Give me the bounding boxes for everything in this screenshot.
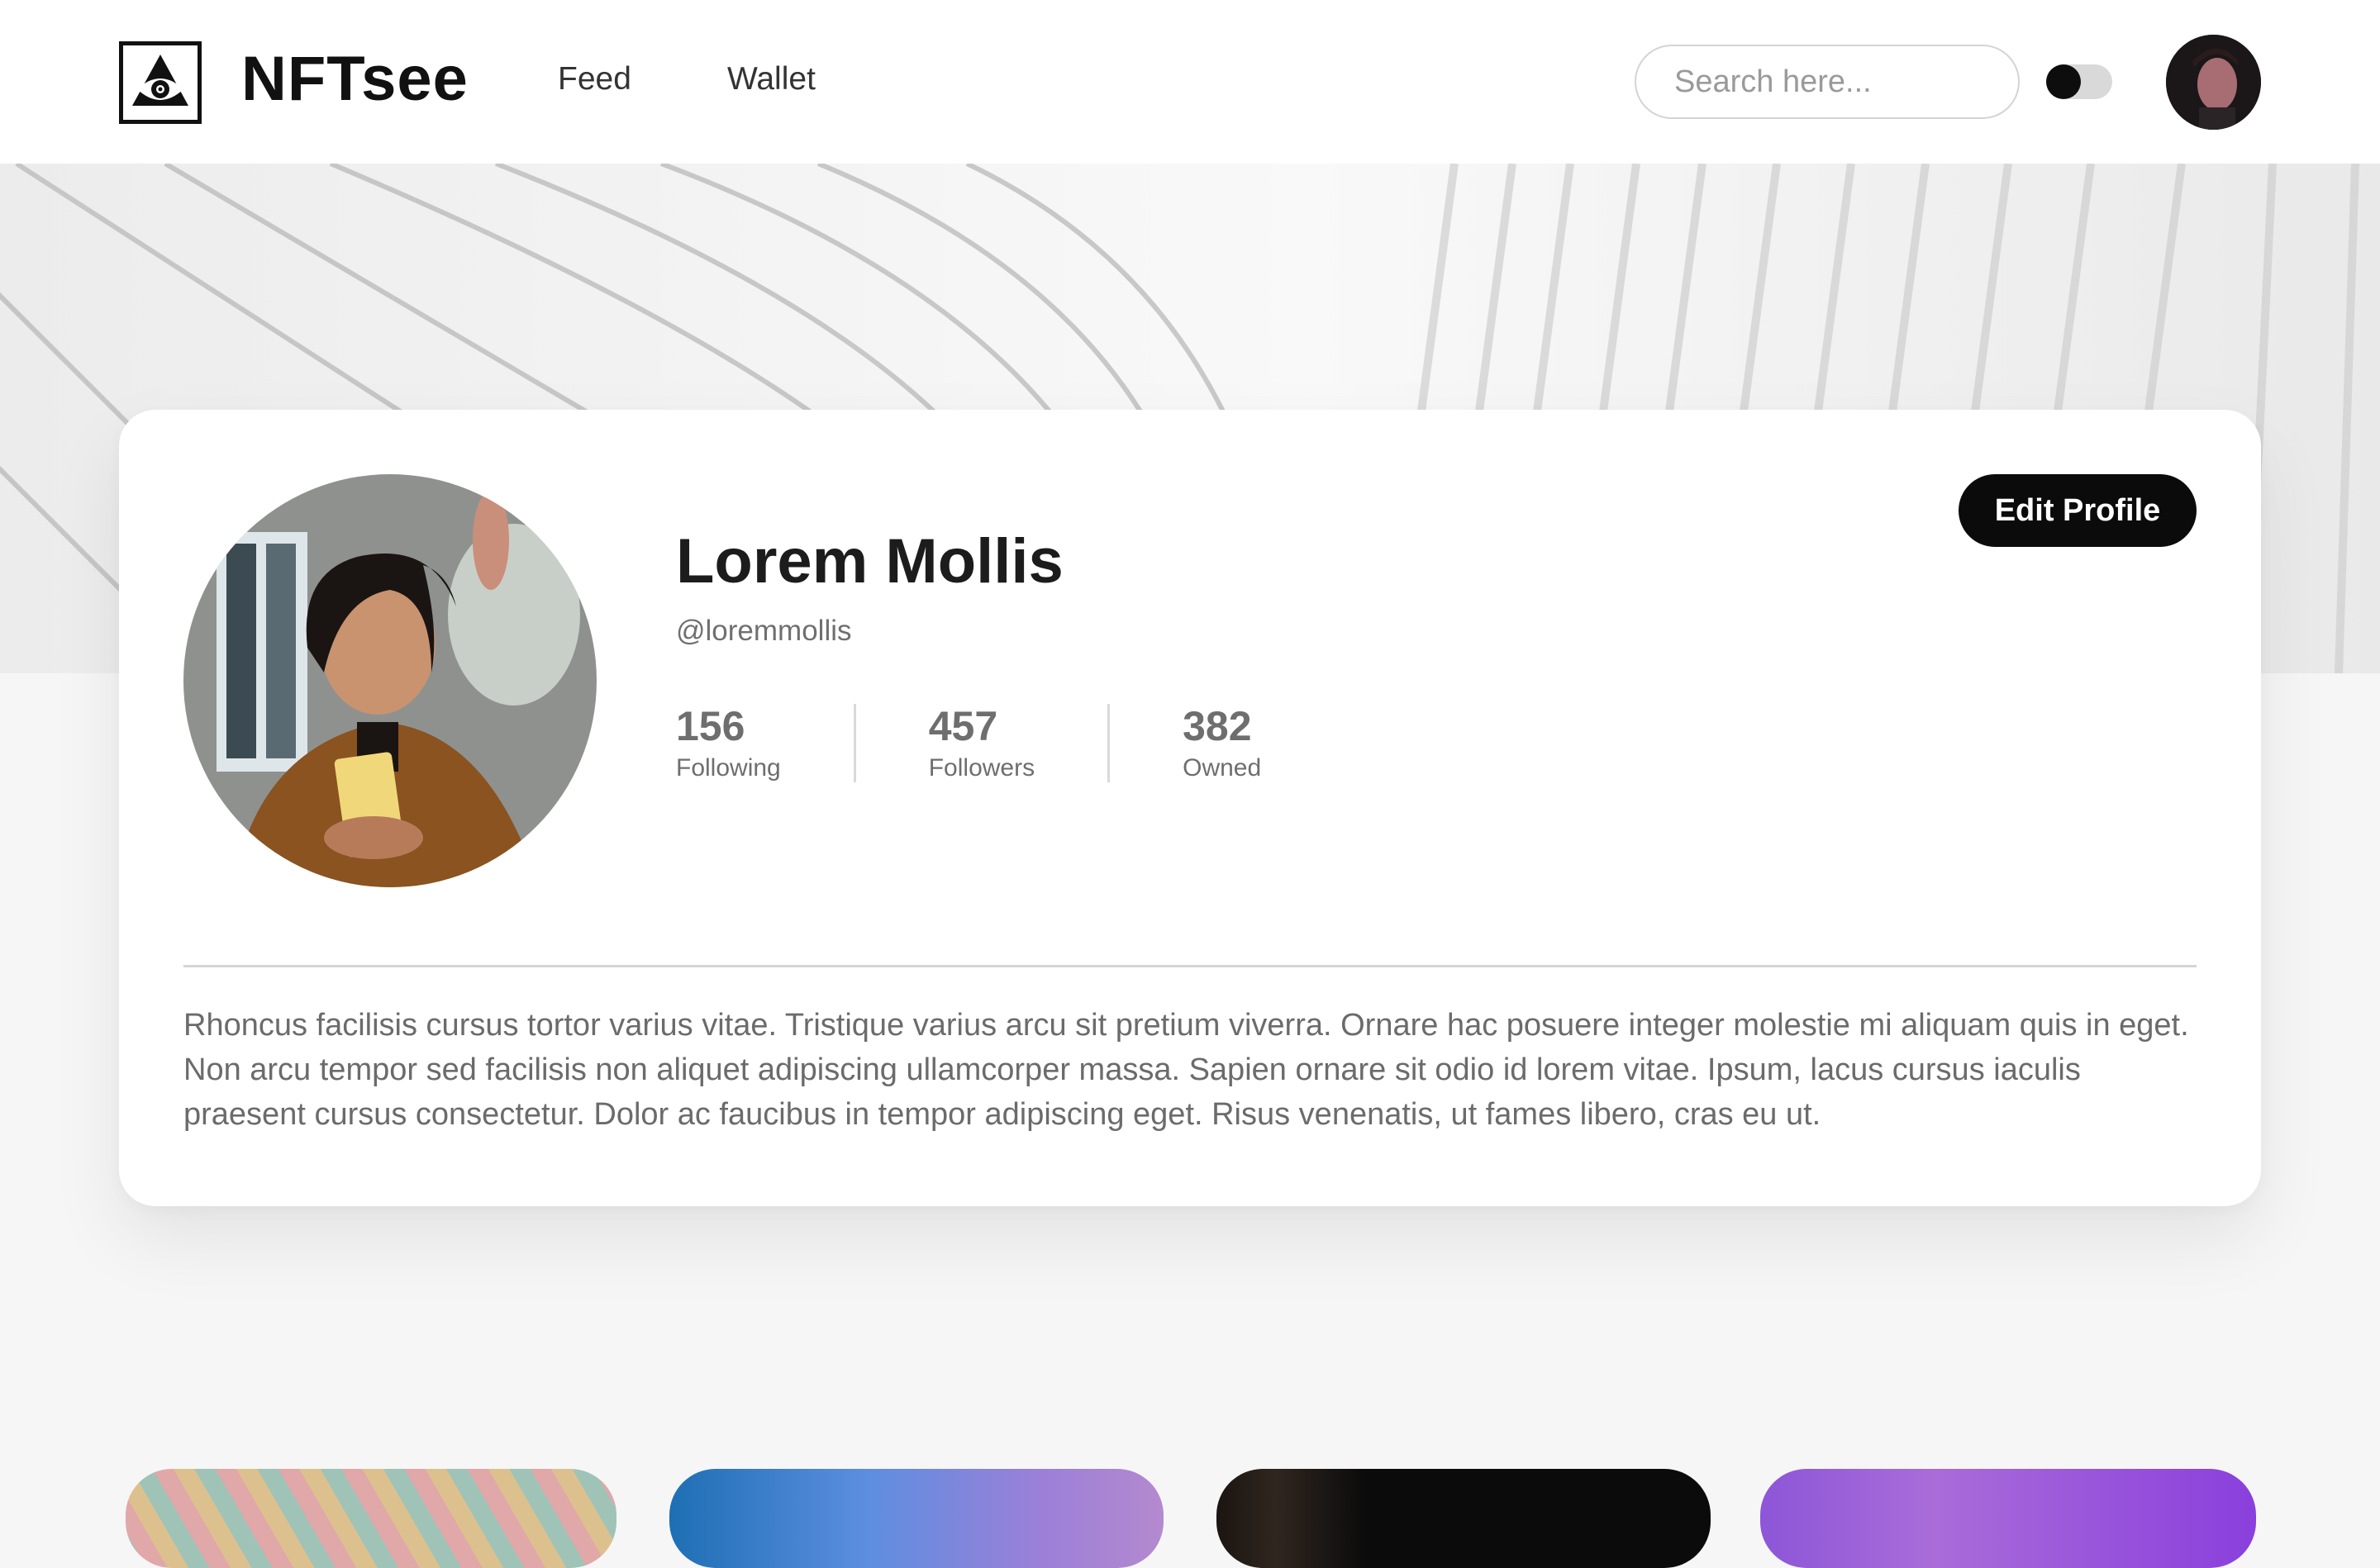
eye-pyramid-icon — [132, 55, 188, 106]
stat-value: 382 — [1183, 703, 1252, 749]
theme-toggle[interactable] — [2046, 64, 2112, 99]
stat-followers[interactable]: 457 Followers — [853, 703, 1107, 782]
user-avatar-image — [2166, 35, 2261, 130]
nft-card-thumbnail[interactable] — [1760, 1469, 2256, 1568]
stat-value: 457 — [928, 703, 998, 749]
edit-profile-button[interactable]: Edit Profile — [1959, 474, 2197, 547]
stat-owned[interactable]: 382 Owned — [1107, 704, 1334, 782]
profile-bio: Rhoncus facilisis cursus tortor varius v… — [183, 1008, 2189, 1132]
user-avatar[interactable] — [2166, 35, 2261, 130]
profile-photo-image — [183, 474, 597, 887]
nav-item-wallet[interactable]: Wallet — [727, 61, 816, 97]
stat-label: Owned — [1183, 754, 1262, 782]
profile-handle: @loremmollis — [676, 615, 852, 647]
search-input[interactable] — [1635, 45, 2020, 119]
stat-following[interactable]: 156 Following — [676, 704, 854, 782]
toggle-knob — [2046, 64, 2081, 99]
profile-avatar[interactable] — [183, 474, 597, 887]
stat-label: Followers — [928, 754, 1035, 782]
stat-value: 156 — [676, 703, 745, 749]
top-navbar: NFTsee Feed Wallet — [0, 0, 2380, 164]
nav-item-feed[interactable]: Feed — [558, 61, 631, 97]
brand-name[interactable]: NFTsee — [241, 43, 469, 115]
brand-logo[interactable] — [119, 41, 202, 124]
profile-stats: 156 Following 457 Followers 382 Owned — [676, 704, 1334, 782]
profile-card: Edit Profile Lorem Mollis @loremmollis 1… — [119, 410, 2261, 1206]
nft-card-thumbnail[interactable] — [669, 1469, 1164, 1568]
nft-card-thumbnail[interactable] — [1216, 1469, 1711, 1568]
nft-card-thumbnail[interactable] — [126, 1469, 616, 1568]
profile-name: Lorem Mollis — [676, 526, 1064, 596]
card-divider — [183, 965, 2197, 967]
stat-label: Following — [676, 754, 781, 782]
